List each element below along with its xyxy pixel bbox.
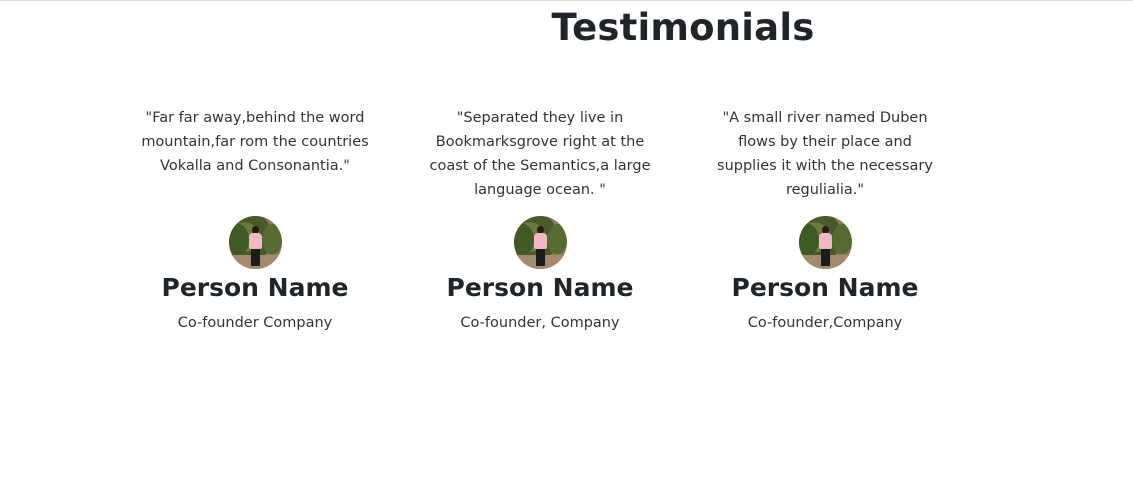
top-divider bbox=[0, 0, 1133, 1]
testimonial-quote: "A small river named Duben flows by thei… bbox=[717, 110, 933, 198]
testimonial-card-3: "A small river named Duben flows by thei… bbox=[710, 106, 940, 335]
testimonial-card-2: "Separated they live in Bookmarksgrove r… bbox=[425, 106, 655, 335]
testimonial-quote: "Separated they live in Bookmarksgrove r… bbox=[429, 110, 651, 198]
person-role: Co-founder Company bbox=[177, 315, 333, 331]
person-name: Person Name bbox=[446, 273, 634, 302]
person-role: Co-founder, Company bbox=[460, 315, 620, 331]
person-role: Co-founder,Company bbox=[747, 315, 903, 331]
section-title: Testimonials bbox=[551, 6, 815, 49]
person-photo-avatar bbox=[798, 216, 852, 269]
person-photo-avatar bbox=[228, 216, 282, 269]
testimonial-card-1: "Far far away,behind the word mountain,f… bbox=[140, 106, 370, 335]
testimonials-section: Testimonials "Far far away,behind the wo… bbox=[0, 0, 1133, 480]
person-name: Person Name bbox=[161, 273, 349, 302]
person-name: Person Name bbox=[731, 273, 919, 302]
testimonial-quote: "Far far away,behind the word mountain,f… bbox=[141, 110, 369, 174]
person-photo-avatar bbox=[513, 216, 567, 269]
